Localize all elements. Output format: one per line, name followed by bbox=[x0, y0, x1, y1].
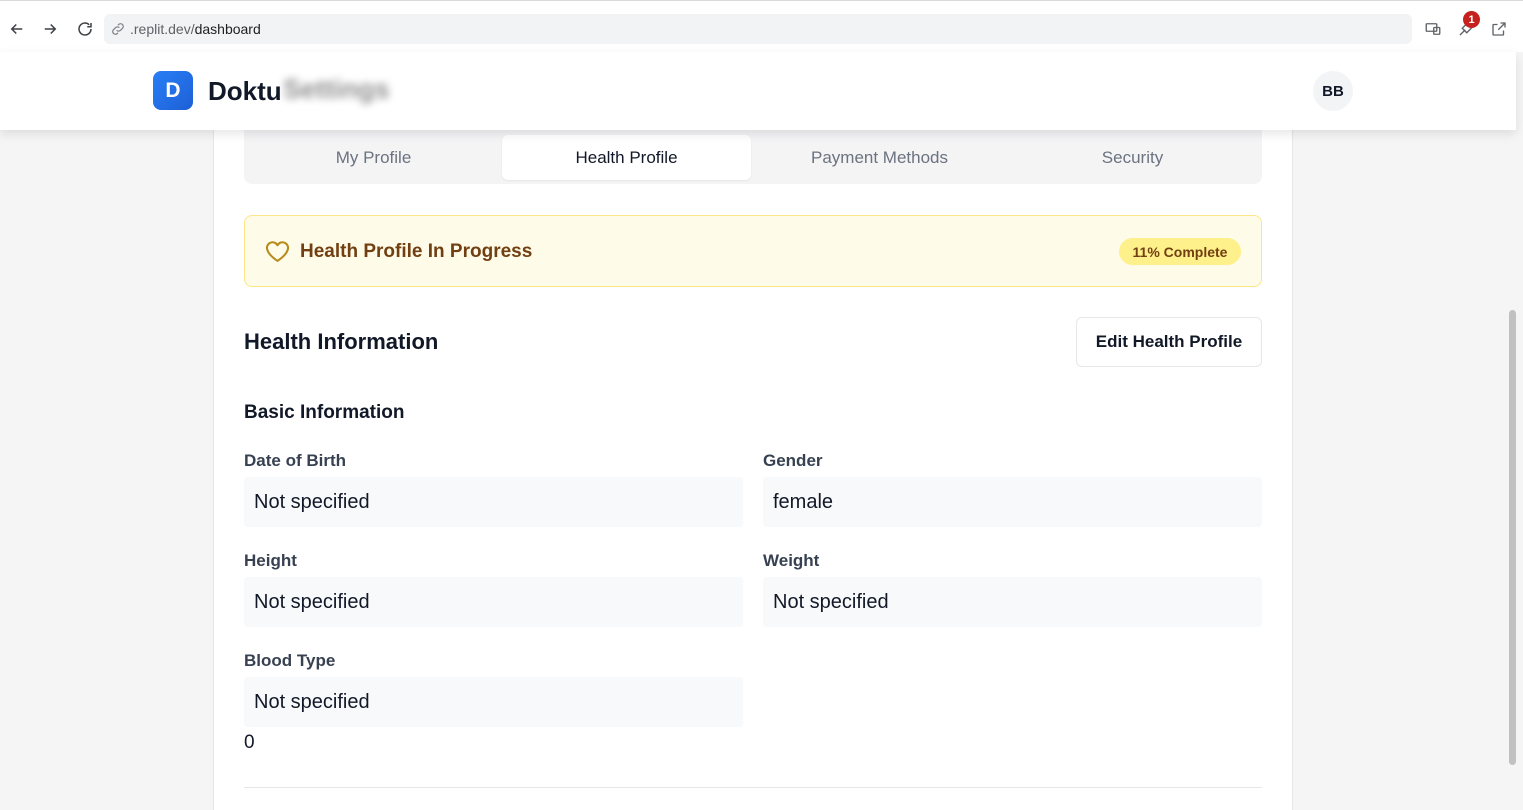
tab-health-profile[interactable]: Health Profile bbox=[502, 135, 751, 180]
tab-my-profile[interactable]: My Profile bbox=[249, 135, 498, 180]
url-host: .replit.dev/ bbox=[130, 21, 195, 37]
brand-name[interactable]: Doktu bbox=[208, 76, 282, 107]
banner-title: Health Profile In Progress bbox=[300, 241, 533, 262]
url-path: dashboard bbox=[194, 21, 261, 37]
progress-badge: 11% Complete bbox=[1119, 238, 1241, 265]
gender-label: Gender bbox=[763, 451, 823, 470]
avatar[interactable]: BB bbox=[1313, 71, 1353, 111]
address-bar[interactable]: .replit.dev/dashboard bbox=[104, 14, 1412, 44]
dob-label: Date of Birth bbox=[244, 451, 346, 470]
dob-value: Not specified bbox=[244, 477, 743, 527]
page-scrollbar[interactable] bbox=[1509, 310, 1516, 765]
gender-value: female bbox=[763, 477, 1262, 527]
weight-label: Weight bbox=[763, 551, 820, 570]
height-value: Not specified bbox=[244, 577, 743, 627]
tab-list: My Profile Health Profile Payment Method… bbox=[244, 130, 1262, 184]
open-external-icon[interactable] bbox=[1488, 16, 1510, 42]
divider bbox=[244, 787, 1262, 788]
app-header: D Doktu Settings BB bbox=[0, 52, 1516, 130]
cast-icon[interactable] bbox=[1422, 16, 1444, 42]
link-icon bbox=[110, 21, 126, 37]
blurred-page-title: Settings bbox=[283, 74, 390, 104]
reload-icon[interactable] bbox=[70, 14, 100, 44]
extension-badge: 1 bbox=[1463, 11, 1480, 28]
subsection-title: Basic Information bbox=[244, 402, 405, 423]
browser-toolbar: .replit.dev/dashboard 1 bbox=[0, 0, 1523, 52]
tab-security[interactable]: Security bbox=[1008, 135, 1257, 180]
tab-payment-methods[interactable]: Payment Methods bbox=[755, 135, 1004, 180]
back-arrow-icon[interactable] bbox=[2, 14, 32, 44]
blood-type-value: Not specified bbox=[244, 677, 743, 727]
section-title: Health Information bbox=[244, 329, 439, 354]
edit-health-profile-button[interactable]: Edit Health Profile bbox=[1076, 317, 1262, 367]
profile-progress-banner: Health Profile In Progress 11% Complete bbox=[244, 215, 1262, 287]
stray-value-text: 0 bbox=[244, 732, 255, 753]
blood-type-label: Blood Type bbox=[244, 651, 336, 670]
logo[interactable]: D bbox=[153, 71, 193, 110]
weight-value: Not specified bbox=[763, 577, 1262, 627]
height-label: Height bbox=[244, 551, 297, 570]
heart-icon bbox=[265, 240, 290, 263]
forward-arrow-icon[interactable] bbox=[35, 14, 65, 44]
